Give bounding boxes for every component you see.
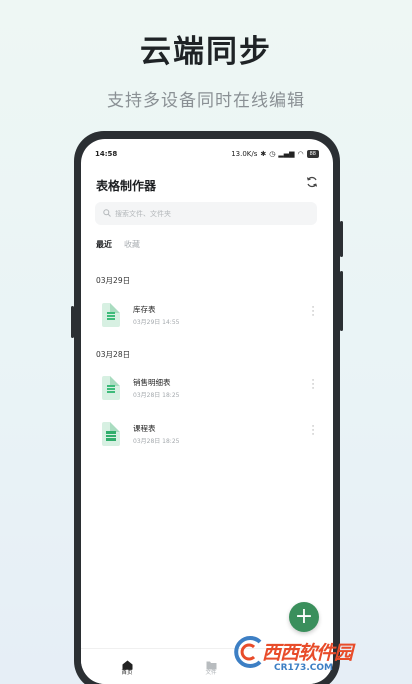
date-header: 03月29日: [96, 276, 131, 285]
tab-recent[interactable]: 最近: [96, 239, 112, 250]
status-time: 14:58: [95, 150, 118, 158]
file-row[interactable]: 课程表 03月28日 18:25 · · ·: [96, 422, 322, 452]
logo-icon: [232, 636, 264, 668]
search-icon: [103, 208, 111, 219]
file-time: 03月28日 18:25: [133, 438, 180, 445]
file-name: 课程表: [133, 424, 156, 433]
search-input[interactable]: [115, 209, 305, 218]
file-row[interactable]: 库存表 03月29日 14:55 · · ·: [96, 303, 322, 333]
watermark-url: CR173.COM: [274, 663, 333, 673]
search-bar[interactable]: [95, 202, 317, 225]
nav-label: 首页: [121, 670, 133, 676]
alarm-icon: ◷: [269, 150, 276, 158]
add-file-button[interactable]: +: [289, 602, 319, 632]
timetable-icon: [102, 422, 120, 446]
phone-side-button: [340, 271, 343, 331]
app-title: 表格制作器: [96, 179, 157, 193]
spreadsheet-icon: [102, 376, 120, 400]
battery-icon: 88: [306, 150, 319, 158]
status-bar: 14:58 13.0K/s ✱ ◷ ▂▄▆ ◠ 88: [95, 147, 319, 161]
wifi-icon: ◠: [297, 150, 304, 158]
network-speed: 13.0K/s: [231, 150, 258, 158]
phone-frame: 14:58 13.0K/s ✱ ◷ ▂▄▆ ◠ 88 表格制作器 搜索文件、文件…: [71, 131, 343, 684]
spreadsheet-icon: [102, 303, 120, 327]
more-icon[interactable]: · · ·: [310, 377, 316, 394]
phone-side-button: [340, 221, 343, 257]
file-time: 03月29日 14:55: [133, 319, 180, 326]
file-time: 03月28日 18:25: [133, 392, 180, 399]
watermark-logo: 西西软件园 CR173.COM: [218, 636, 408, 680]
bluetooth-icon: ✱: [260, 150, 267, 158]
file-name: 销售明细表: [133, 378, 171, 387]
home-icon: [122, 655, 133, 670]
more-icon[interactable]: · · ·: [310, 423, 316, 440]
file-row[interactable]: 销售明细表 03月28日 18:25 · · ·: [96, 376, 322, 406]
promo-subline: 支持多设备同时在线编辑: [107, 91, 305, 111]
promo-headline: 云端同步: [140, 34, 272, 70]
file-name: 库存表: [133, 305, 156, 314]
refresh-icon[interactable]: [305, 176, 319, 190]
signal-icon: ▂▄▆: [278, 150, 295, 158]
nav-item-home[interactable]: 首页: [107, 655, 147, 676]
watermark-text: 西西软件园: [262, 642, 353, 664]
phone-side-button: [71, 306, 74, 338]
date-header: 03月28日: [96, 350, 131, 359]
tab-bar: 最近 收藏: [96, 239, 140, 250]
phone-screen: 14:58 13.0K/s ✱ ◷ ▂▄▆ ◠ 88 表格制作器 搜索文件、文件…: [81, 139, 333, 684]
more-icon[interactable]: · · ·: [310, 304, 316, 321]
tab-favorites[interactable]: 收藏: [124, 239, 140, 250]
folder-icon: [206, 655, 217, 670]
